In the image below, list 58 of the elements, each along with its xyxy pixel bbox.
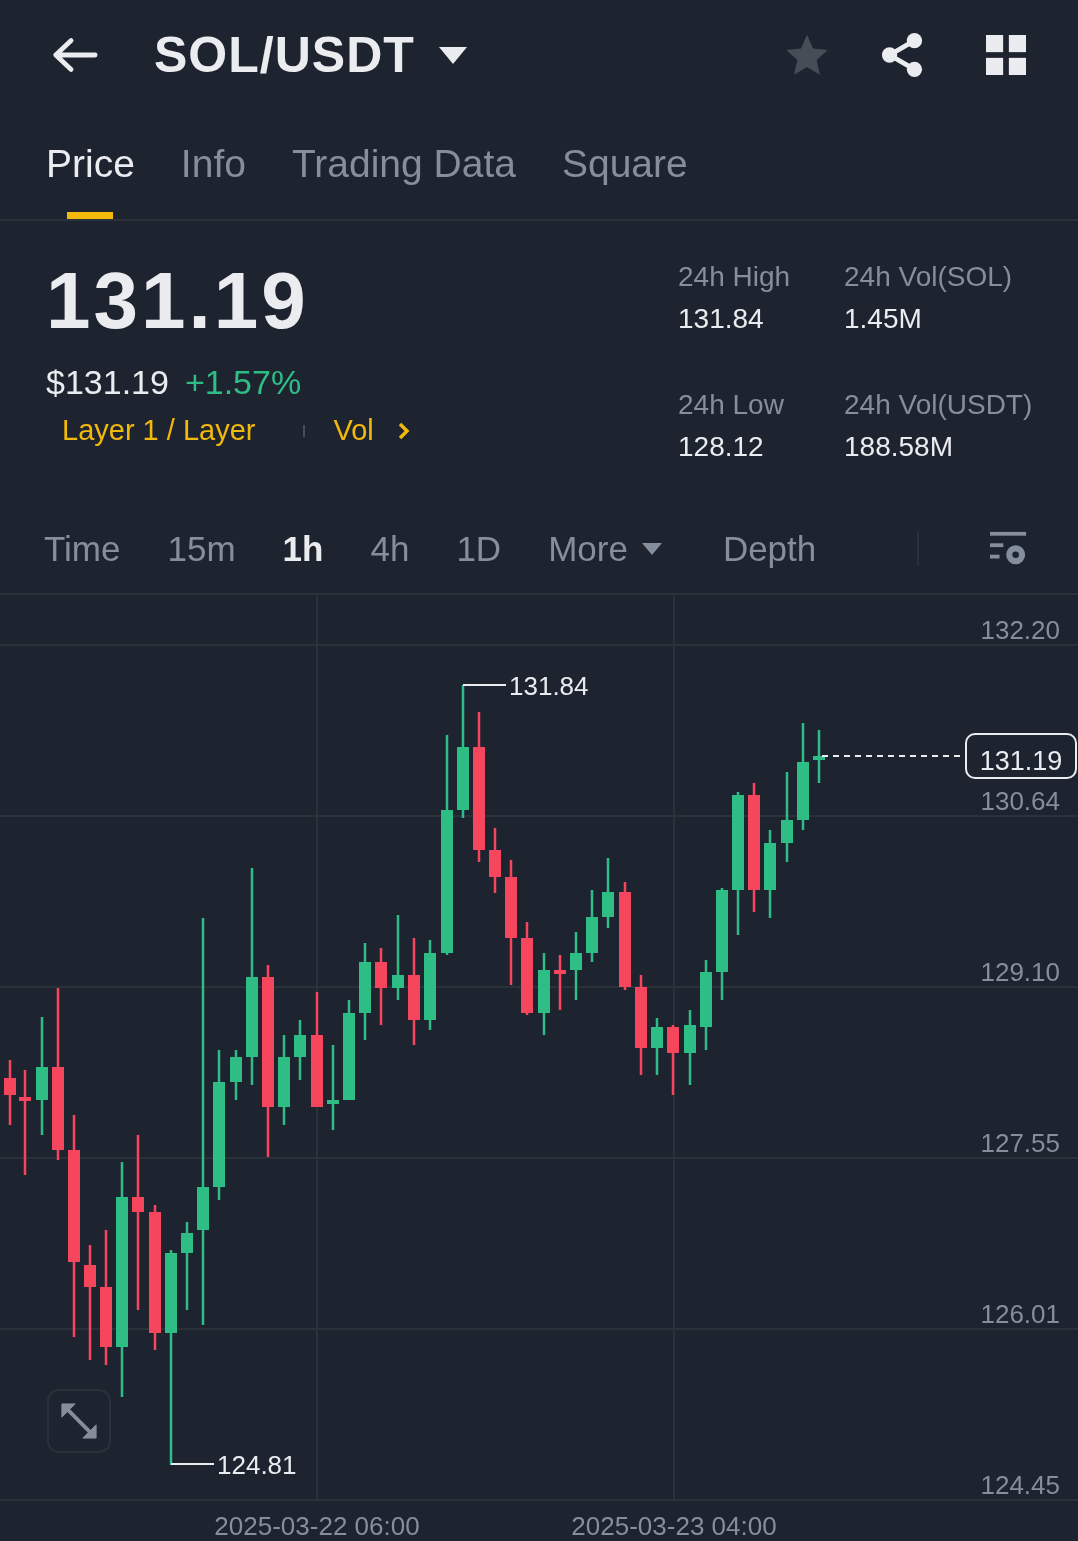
interval-tab[interactable]: Depth <box>722 529 817 569</box>
candlestick <box>230 1050 242 1100</box>
stat-label: 24h High <box>678 261 792 293</box>
share-icon[interactable] <box>880 32 924 78</box>
price-axis-label: 124.45 <box>980 1470 1060 1500</box>
tab[interactable]: Price <box>46 131 135 219</box>
interval-tab[interactable]: 1D <box>456 529 502 569</box>
tab[interactable]: Square <box>561 131 688 219</box>
more-dropdown[interactable]: More <box>548 529 662 569</box>
stat-label: 24h Vol(SOL) <box>844 261 1014 293</box>
candlestick <box>602 858 614 928</box>
interval-tab[interactable]: 15m <box>167 529 236 569</box>
interval-tab[interactable]: 4h <box>370 529 410 569</box>
price-axis-label: 130.64 <box>980 786 1060 816</box>
chevron-right-icon[interactable] <box>397 421 410 440</box>
price-axis-label: 132.20 <box>980 615 1060 645</box>
high-marker-label: 131.84 <box>509 671 589 701</box>
candlestick <box>294 1020 306 1080</box>
price-change: +1.57% <box>184 363 302 402</box>
expand-icon <box>60 1402 98 1440</box>
stat-value: 1.45M <box>844 303 923 335</box>
time-axis-label: 2025-03-23 04:00 <box>571 1511 777 1541</box>
chart-settings-icon[interactable] <box>990 531 1028 567</box>
stat-label: 24h Vol(USDT) <box>844 389 1034 421</box>
pair-title[interactable]: SOL/USDT <box>154 26 415 84</box>
interval-tab[interactable]: 1h <box>282 529 324 569</box>
grid-icon[interactable] <box>986 35 1026 75</box>
stat-value: 128.12 <box>678 431 765 463</box>
caret-icon <box>641 543 662 555</box>
candlestick <box>570 932 582 1000</box>
interval-tab[interactable]: Time <box>44 529 121 569</box>
candlestick <box>586 890 598 962</box>
tab[interactable]: Trading Data <box>291 131 516 219</box>
price-axis-label: 126.01 <box>980 1299 1060 1329</box>
back-arrow-icon[interactable] <box>50 37 98 73</box>
leader-line <box>170 1463 215 1465</box>
low-marker-label: 124.81 <box>217 1450 297 1480</box>
stat-value: 131.84 <box>678 303 765 335</box>
current-price-tag: 131.19 <box>965 733 1077 779</box>
candlestick <box>4 1060 16 1125</box>
tab[interactable]: Info <box>180 131 246 219</box>
last-price: 131.19 <box>46 261 310 341</box>
candlestick <box>489 828 501 893</box>
leader-line <box>462 684 507 686</box>
candlestick <box>554 955 566 1010</box>
usd-price: $131.19 <box>46 363 169 402</box>
candlestick <box>667 1025 679 1095</box>
candlestick <box>651 1018 663 1075</box>
price-axis-label: 127.55 <box>980 1128 1060 1158</box>
stat-value: 188.58M <box>844 431 954 463</box>
time-axis-label: 2025-03-22 06:00 <box>214 1511 420 1541</box>
caret-icon[interactable] <box>438 46 467 64</box>
stat-label: 24h Low <box>678 389 785 421</box>
tag-link[interactable]: Layer 1 / Layer <box>62 414 256 447</box>
price-axis-label: 129.10 <box>980 957 1060 987</box>
candlestick <box>813 730 825 783</box>
expand-button[interactable] <box>47 1389 111 1453</box>
tag-link[interactable]: Vol <box>333 414 374 447</box>
